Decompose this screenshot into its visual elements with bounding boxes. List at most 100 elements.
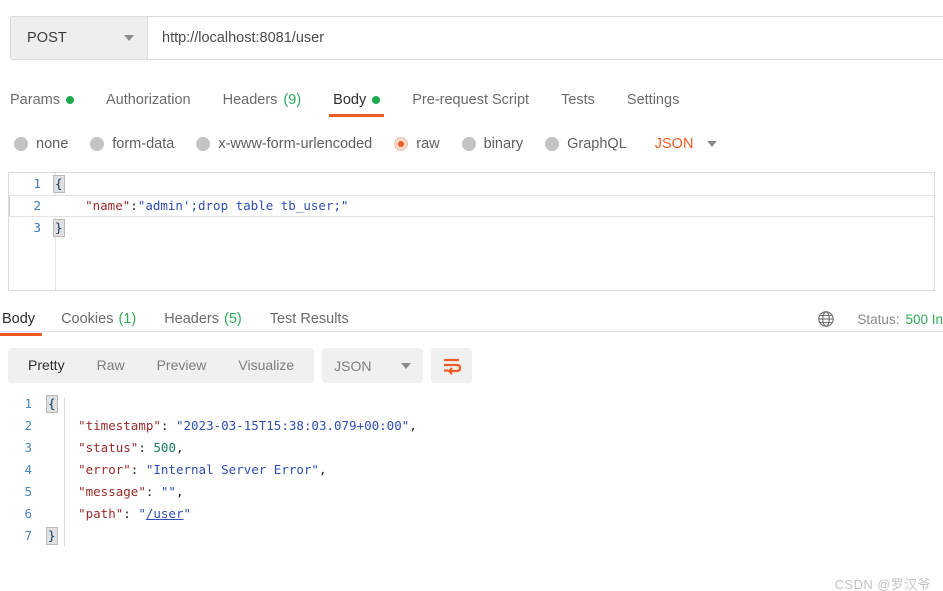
response-tab-headers[interactable]: Headers (5) bbox=[150, 311, 256, 336]
tab-label: Test Results bbox=[269, 311, 349, 327]
line-number: 5 bbox=[24, 484, 32, 499]
request-body-editor[interactable]: 1{2 "name":"admin';drop table tb_user;" 3… bbox=[8, 172, 935, 291]
request-url-bar: POST bbox=[10, 16, 943, 60]
globe-icon bbox=[818, 311, 835, 327]
http-method-label: POST bbox=[27, 30, 67, 46]
code-text: "error": "Internal Server Error", bbox=[48, 459, 326, 481]
line-number: 6 bbox=[24, 506, 32, 521]
http-method-dropdown[interactable]: POST bbox=[11, 17, 148, 59]
response-view-modes: Pretty Raw Preview Visualize bbox=[8, 348, 315, 383]
code-token: "message" bbox=[78, 484, 146, 499]
radio-icon[interactable] bbox=[196, 137, 211, 151]
line-number: 1 bbox=[24, 396, 32, 411]
tab-label: Headers bbox=[164, 311, 219, 327]
body-type-x-www-form-urlencoded[interactable]: x-www-form-urlencoded bbox=[196, 136, 372, 152]
request-tab-tests[interactable]: Tests bbox=[545, 92, 611, 117]
code-text: "status": 500, bbox=[48, 437, 184, 459]
tab-label: Body bbox=[333, 92, 367, 108]
response-tab-cookies[interactable]: Cookies (1) bbox=[47, 311, 150, 336]
code-token: "name" bbox=[85, 198, 131, 213]
status-badge: 500 In bbox=[905, 311, 943, 327]
code-line: 7} bbox=[22, 525, 943, 547]
request-url-input[interactable] bbox=[148, 17, 943, 59]
code-token: , bbox=[175, 440, 184, 455]
code-line: 6 "path": "/user" bbox=[22, 503, 943, 525]
response-tab-body[interactable]: Body bbox=[0, 311, 47, 336]
view-mode-visualize[interactable]: Visualize bbox=[222, 348, 310, 383]
view-mode-raw[interactable]: Raw bbox=[81, 348, 141, 383]
body-type-label: raw bbox=[416, 136, 440, 152]
request-tab-bar: Params Authorization Headers (9) Body Pre-req… bbox=[0, 81, 943, 117]
request-tab-settings[interactable]: Settings bbox=[611, 92, 695, 117]
line-number: 2 bbox=[33, 198, 41, 213]
body-type-graphql[interactable]: GraphQL bbox=[545, 136, 627, 152]
code-line: 5 "message": "", bbox=[22, 481, 943, 503]
postman-window: POST Params Authorization Headers (9) Body Pr… bbox=[0, 16, 943, 591]
code-token: : bbox=[145, 484, 161, 499]
body-type-raw[interactable]: raw bbox=[394, 136, 440, 152]
chevron-down-icon bbox=[124, 35, 134, 41]
bracket-highlight: { bbox=[53, 175, 65, 193]
view-mode-pretty[interactable]: Pretty bbox=[12, 348, 81, 383]
code-text: { bbox=[53, 173, 65, 195]
radio-icon[interactable] bbox=[90, 137, 105, 151]
code-token: : bbox=[123, 506, 139, 521]
code-token: "status" bbox=[78, 440, 139, 455]
body-type-form-data[interactable]: form-data bbox=[90, 136, 174, 152]
tab-count-badge: (9) bbox=[283, 92, 302, 108]
tab-label: Headers bbox=[222, 92, 278, 108]
code-line: 2 "timestamp": "2023-03-15T15:38:03.079+… bbox=[22, 415, 943, 437]
request-tab-authorization[interactable]: Authorization bbox=[90, 92, 207, 117]
code-text: } bbox=[53, 217, 65, 239]
request-tab-headers[interactable]: Headers (9) bbox=[207, 92, 318, 117]
bracket-highlight: { bbox=[46, 395, 58, 413]
tab-count-badge: (5) bbox=[224, 311, 242, 327]
raw-format-dropdown[interactable]: JSON bbox=[655, 136, 718, 152]
request-tab-body[interactable]: Body bbox=[317, 92, 396, 117]
request-tab-params[interactable]: Params bbox=[10, 92, 90, 117]
response-status-area: Status: 500 In bbox=[817, 310, 943, 336]
response-tab-test-results[interactable]: Test Results bbox=[256, 311, 363, 336]
code-token: : bbox=[130, 198, 138, 213]
tab-label: Tests bbox=[561, 92, 595, 108]
code-token: : bbox=[160, 418, 176, 433]
tab-label: Cookies bbox=[61, 311, 114, 327]
body-type-binary[interactable]: binary bbox=[461, 136, 523, 152]
code-token: : bbox=[138, 440, 154, 455]
bracket-highlight: } bbox=[46, 527, 58, 545]
body-type-label: none bbox=[36, 136, 69, 152]
code-text: "name":"admin';drop table tb_user;" bbox=[55, 195, 349, 217]
radio-icon[interactable] bbox=[14, 137, 28, 151]
chevron-down-icon bbox=[401, 362, 412, 369]
code-token: "timestamp" bbox=[78, 418, 161, 433]
line-number: 7 bbox=[24, 528, 32, 543]
radio-icon[interactable] bbox=[461, 137, 476, 151]
radio-icon[interactable] bbox=[394, 137, 409, 151]
code-token: , bbox=[318, 462, 327, 477]
body-type-label: GraphQL bbox=[567, 136, 627, 152]
wrap-text-button[interactable] bbox=[431, 348, 473, 383]
code-token: 500 bbox=[153, 440, 176, 455]
code-token: : bbox=[130, 462, 146, 477]
body-type-options: none form-data x-www-form-urlencoded raw bin… bbox=[0, 127, 943, 161]
code-token: "admin';drop table tb_user;" bbox=[137, 198, 349, 213]
response-format-dropdown[interactable]: JSON bbox=[322, 348, 424, 383]
code-text: { bbox=[46, 393, 58, 415]
response-body-viewer[interactable]: 1 {2 "timestamp": "2023-03-15T15:38:03.07… bbox=[0, 393, 943, 561]
code-token: , bbox=[175, 484, 184, 499]
request-code-area[interactable]: 1{2 "name":"admin';drop table tb_user;" 3… bbox=[9, 173, 934, 239]
wrap-text-icon bbox=[443, 358, 461, 375]
view-mode-preview[interactable]: Preview bbox=[141, 348, 223, 383]
request-tab-pre-request-script[interactable]: Pre-request Script bbox=[396, 92, 545, 117]
body-type-label: form-data bbox=[112, 136, 175, 152]
body-type-none[interactable]: none bbox=[14, 136, 68, 152]
response-tab-bar: Body Cookies (1) Headers (5) Test Results bbox=[0, 311, 363, 336]
radio-icon[interactable] bbox=[545, 137, 560, 151]
raw-format-label: JSON bbox=[654, 136, 694, 152]
tab-label: Body bbox=[2, 311, 36, 327]
code-token: "Internal Server Error" bbox=[145, 462, 319, 477]
